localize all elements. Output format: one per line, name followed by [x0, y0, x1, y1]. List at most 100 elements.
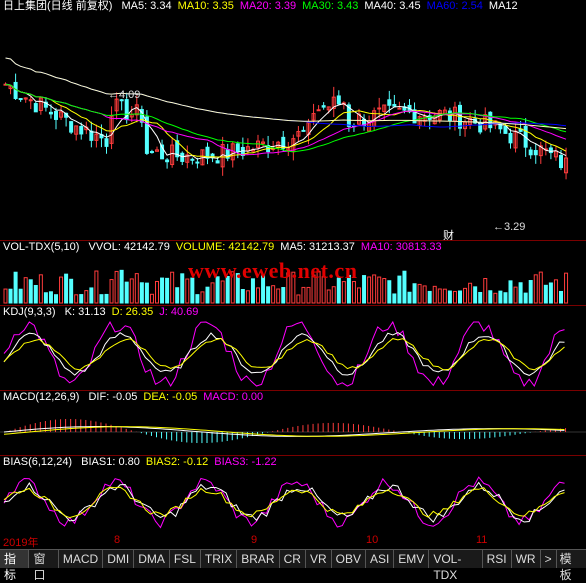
tab-brar[interactable]: BRAR [237, 550, 280, 568]
volume-bar [452, 290, 457, 304]
price-panel[interactable]: 日上集团(日线 前复权) MA5: 3.34 MA10: 3.35 MA20: 3.… [0, 0, 586, 242]
volume-bar [220, 280, 225, 304]
volume-bar [149, 293, 154, 304]
volume-bar [331, 286, 336, 304]
bias-indicator-2: BIAS3: -1.22 [214, 456, 277, 468]
candle-body [165, 159, 170, 163]
volume-bar [417, 283, 422, 304]
volume-bar [200, 291, 205, 304]
volume-bar [48, 291, 53, 304]
volume-bar [478, 291, 483, 304]
volume-bar [518, 282, 523, 304]
bias-header: BIAS(6,12,24) BIAS1: 0.80 BIAS2: -0.12 BIA… [3, 456, 289, 469]
candle-body [195, 161, 200, 164]
indicator-tab-bar: 指标 窗口 MACD DMI DMA FSL TRIX BRAR CR VR OBV ASI EMV VO… [0, 549, 586, 582]
volume-bar [437, 288, 442, 304]
ma60-line [5, 57, 567, 128]
volume-bar [175, 287, 180, 304]
template-tab[interactable]: 模板 [557, 550, 586, 582]
candle-body [377, 107, 382, 110]
volume-bar [104, 293, 109, 304]
more-tabs-arrow[interactable]: > [541, 550, 557, 568]
volume-bar [64, 273, 69, 304]
macd-header: MACD(12,26,9) DIF: -0.05 DEA: -0.05 MACD: … [3, 391, 275, 404]
volume-bar [498, 290, 503, 304]
date-label-nov: 11 [476, 534, 488, 546]
date-label-year: 2019年 [3, 537, 39, 549]
volume-bar [503, 292, 508, 304]
candle-body [48, 111, 53, 115]
volume-bar [74, 294, 79, 304]
volume-bar [468, 282, 473, 304]
volume-bar [513, 286, 518, 304]
candle-body [528, 149, 533, 156]
tab-wr[interactable]: WR [512, 550, 541, 568]
tab-macd[interactable]: MACD [59, 550, 104, 568]
high-price-label: ←4.09 [108, 89, 141, 101]
tab-dmi[interactable]: DMI [103, 550, 135, 568]
tab-vol-tdx[interactable]: VOL-TDX [429, 550, 483, 582]
volume-bar [134, 273, 139, 304]
macd-title: MACD(12,26,9) [3, 391, 80, 403]
tab-asi[interactable]: ASI [366, 550, 395, 568]
volume-bar [533, 274, 538, 304]
volume-bar [109, 279, 114, 304]
volume-bar [144, 282, 149, 304]
candlestick-chart[interactable] [0, 0, 586, 240]
candle-body [321, 105, 326, 108]
candle-body [301, 129, 306, 132]
candle-body [69, 121, 74, 133]
tab-emv[interactable]: EMV [394, 550, 430, 568]
ma30-line [5, 83, 567, 153]
ma20-line [5, 83, 567, 156]
volume-bar [473, 286, 478, 304]
volume-bar [483, 278, 488, 304]
candle-body [215, 160, 220, 164]
volume-bar [387, 280, 392, 304]
tab-obv[interactable]: OBV [332, 550, 366, 568]
candle-body [190, 158, 195, 161]
candle-body [392, 104, 397, 107]
volume-bar [38, 274, 43, 304]
date-label-oct: 10 [366, 534, 379, 546]
volume-bar [124, 281, 129, 304]
bias-title: BIAS(6,12,24) [3, 456, 73, 468]
macd-panel[interactable]: MACD(12,26,9) DIF: -0.05 DEA: -0.05 MACD: … [0, 391, 586, 455]
candle-body [79, 126, 84, 135]
volume-bar [119, 269, 124, 304]
bias-panel[interactable]: BIAS(6,12,24) BIAS1: 0.80 BIAS2: -0.12 BIA… [0, 456, 586, 533]
volume-bar [59, 276, 64, 304]
tab-fsl[interactable]: FSL [170, 550, 201, 568]
volume-bar [427, 290, 432, 304]
candle-body [316, 109, 321, 112]
volume-bar [407, 291, 412, 304]
tab-cr[interactable]: CR [280, 550, 306, 568]
volume-bar [397, 275, 402, 304]
tab-指标[interactable]: 指标 [0, 550, 30, 582]
price-indicator-0: MA5: 3.34 [121, 0, 172, 12]
volume-bar [488, 290, 493, 304]
volume-panel[interactable]: VOL-TDX(5,10) VVOL: 42142.79 VOLUME: 4214… [0, 241, 586, 305]
volume-bar [493, 292, 498, 304]
volume-bar [543, 284, 548, 304]
volume-bar [548, 282, 553, 304]
candle-body [180, 152, 185, 162]
volume-bar [89, 287, 94, 304]
volume-bar [23, 277, 28, 304]
volume-bar [43, 292, 48, 304]
kdj-line [3, 337, 565, 371]
candle-body [89, 130, 94, 141]
volume-bar [412, 283, 417, 304]
tab-vr[interactable]: VR [306, 550, 332, 568]
volume-bar [160, 277, 165, 304]
volume-bar [271, 285, 276, 304]
volume-bar [205, 286, 210, 304]
vol-indicator-1: VOLUME: 42142.79 [175, 241, 275, 253]
volume-bar [210, 282, 215, 304]
tab-trix[interactable]: TRIX [201, 550, 238, 568]
candle-body [533, 150, 538, 156]
tab-窗口[interactable]: 窗口 [29, 550, 59, 582]
kdj-panel[interactable]: KDJ(9,3,3) K: 31.13 D: 26.35 J: 40.69 [0, 306, 586, 390]
tab-rsi[interactable]: RSI [483, 550, 512, 568]
tab-dma[interactable]: DMA [134, 550, 170, 568]
